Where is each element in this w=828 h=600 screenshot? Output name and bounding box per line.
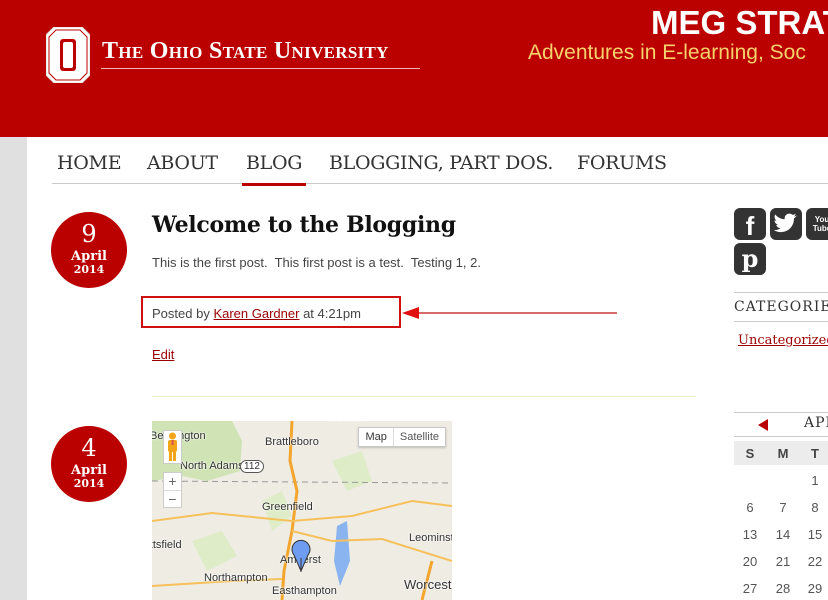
calendar-weekday-header: S M T bbox=[734, 441, 828, 465]
map-type-map-button[interactable]: Map bbox=[359, 428, 392, 446]
calendar-header: APRIL bbox=[734, 412, 828, 437]
calendar-day: 13 bbox=[742, 527, 758, 542]
left-gutter bbox=[0, 137, 27, 600]
street-view-pegman[interactable] bbox=[163, 430, 182, 464]
youtube-text-tube: Tube bbox=[812, 224, 828, 233]
zoom-out-button[interactable]: − bbox=[164, 490, 181, 507]
date-day: 4 bbox=[81, 434, 97, 462]
embedded-map[interactable]: Bennington Brattleboro Keene North Adams… bbox=[152, 421, 452, 600]
date-day: 9 bbox=[81, 220, 97, 248]
calendar-day: 22 bbox=[807, 554, 823, 569]
site-header: The Ohio State University MEG STRAT Adve… bbox=[0, 0, 828, 137]
map-label: Easthampton bbox=[272, 585, 337, 597]
post-date-badge: 4 April 2014 bbox=[51, 426, 127, 502]
calendar-day: 7 bbox=[779, 500, 787, 515]
nav-about[interactable]: ABOUT bbox=[147, 152, 218, 174]
map-label: Northampton bbox=[204, 572, 268, 584]
nav-home[interactable]: HOME bbox=[57, 152, 122, 174]
calendar-day: 27 bbox=[742, 581, 758, 596]
annotation-arrow-icon bbox=[402, 307, 617, 319]
map-type-control: Map Satellite bbox=[358, 427, 446, 447]
wordmark-underline bbox=[101, 68, 420, 69]
map-label: Greenfield bbox=[262, 501, 313, 513]
calendar-day: 6 bbox=[746, 500, 754, 515]
calendar-month-label: APRIL bbox=[804, 415, 828, 431]
calendar-day: 28 bbox=[775, 581, 791, 596]
map-label: Leominster bbox=[409, 532, 452, 544]
block-o-logo-icon[interactable] bbox=[46, 27, 90, 83]
map-label: North Adams bbox=[180, 460, 244, 472]
calendar-day: 15 bbox=[807, 527, 823, 542]
calendar-weekday: S bbox=[745, 446, 755, 461]
calendar-day: 21 bbox=[775, 554, 791, 569]
calendar-day: 29 bbox=[807, 581, 823, 596]
nav-blogging-part-dos[interactable]: BLOGGING, PART DOS. bbox=[329, 152, 553, 174]
zoom-in-button[interactable]: + bbox=[164, 473, 181, 490]
map-marker-icon[interactable] bbox=[290, 538, 312, 572]
map-zoom-control: + − bbox=[163, 472, 182, 508]
post-title[interactable]: Welcome to the Blogging bbox=[152, 212, 456, 238]
calendar-weekday: T bbox=[811, 446, 819, 461]
calendar-day: 14 bbox=[775, 527, 791, 542]
main-nav: HOME ABOUT BLOG BLOGGING, PART DOS. FORU… bbox=[52, 150, 828, 186]
youtube-text-you: You bbox=[814, 215, 828, 224]
post-date-badge: 9 April 2014 bbox=[51, 212, 127, 288]
date-month: April bbox=[71, 463, 107, 478]
map-label: Brattleboro bbox=[265, 436, 319, 448]
calendar-day: 8 bbox=[811, 500, 819, 515]
author-link[interactable]: Karen Gardner bbox=[213, 306, 299, 321]
nav-blog[interactable]: BLOG bbox=[241, 152, 307, 186]
map-label: Worcester bbox=[404, 577, 452, 592]
map-type-satellite-button[interactable]: Satellite bbox=[392, 428, 445, 446]
twitter-icon[interactable] bbox=[770, 208, 802, 240]
facebook-icon[interactable]: f bbox=[734, 208, 766, 241]
post-time: at 4:21pm bbox=[303, 306, 361, 321]
calendar-day: 1 bbox=[811, 473, 819, 488]
calendar-day: 20 bbox=[742, 554, 758, 569]
post-divider bbox=[152, 396, 696, 397]
map-label: Pittsfield bbox=[152, 539, 182, 551]
posted-by-label: Posted by bbox=[152, 306, 210, 321]
route-shield: 112 bbox=[240, 460, 264, 473]
post-author-meta: Posted by Karen Gardner at 4:21pm bbox=[152, 306, 361, 321]
calendar-weekday: M bbox=[777, 446, 789, 461]
date-month: April bbox=[71, 249, 107, 264]
edit-post-link[interactable]: Edit bbox=[152, 347, 174, 362]
pegman-icon bbox=[168, 432, 177, 461]
nav-forums[interactable]: FORUMS bbox=[577, 152, 667, 174]
university-wordmark[interactable]: The Ohio State University bbox=[102, 38, 389, 65]
date-year: 2014 bbox=[73, 477, 105, 490]
post-body: This is the first post. This first post … bbox=[152, 255, 481, 270]
youtube-icon[interactable]: You Tube bbox=[806, 208, 828, 240]
twitter-bird-glyph bbox=[773, 213, 797, 233]
map-label: Keene bbox=[330, 421, 362, 424]
site-tagline: Adventures in E-learning, Soc bbox=[528, 41, 806, 64]
site-title[interactable]: MEG STRAT bbox=[651, 4, 828, 42]
category-link-uncategorized[interactable]: Uncategorized bbox=[738, 333, 828, 348]
date-year: 2014 bbox=[73, 263, 105, 276]
pinterest-icon[interactable]: p bbox=[734, 243, 766, 275]
calendar-prev-month-icon[interactable] bbox=[758, 419, 768, 431]
categories-heading: CATEGORIES bbox=[734, 292, 828, 322]
